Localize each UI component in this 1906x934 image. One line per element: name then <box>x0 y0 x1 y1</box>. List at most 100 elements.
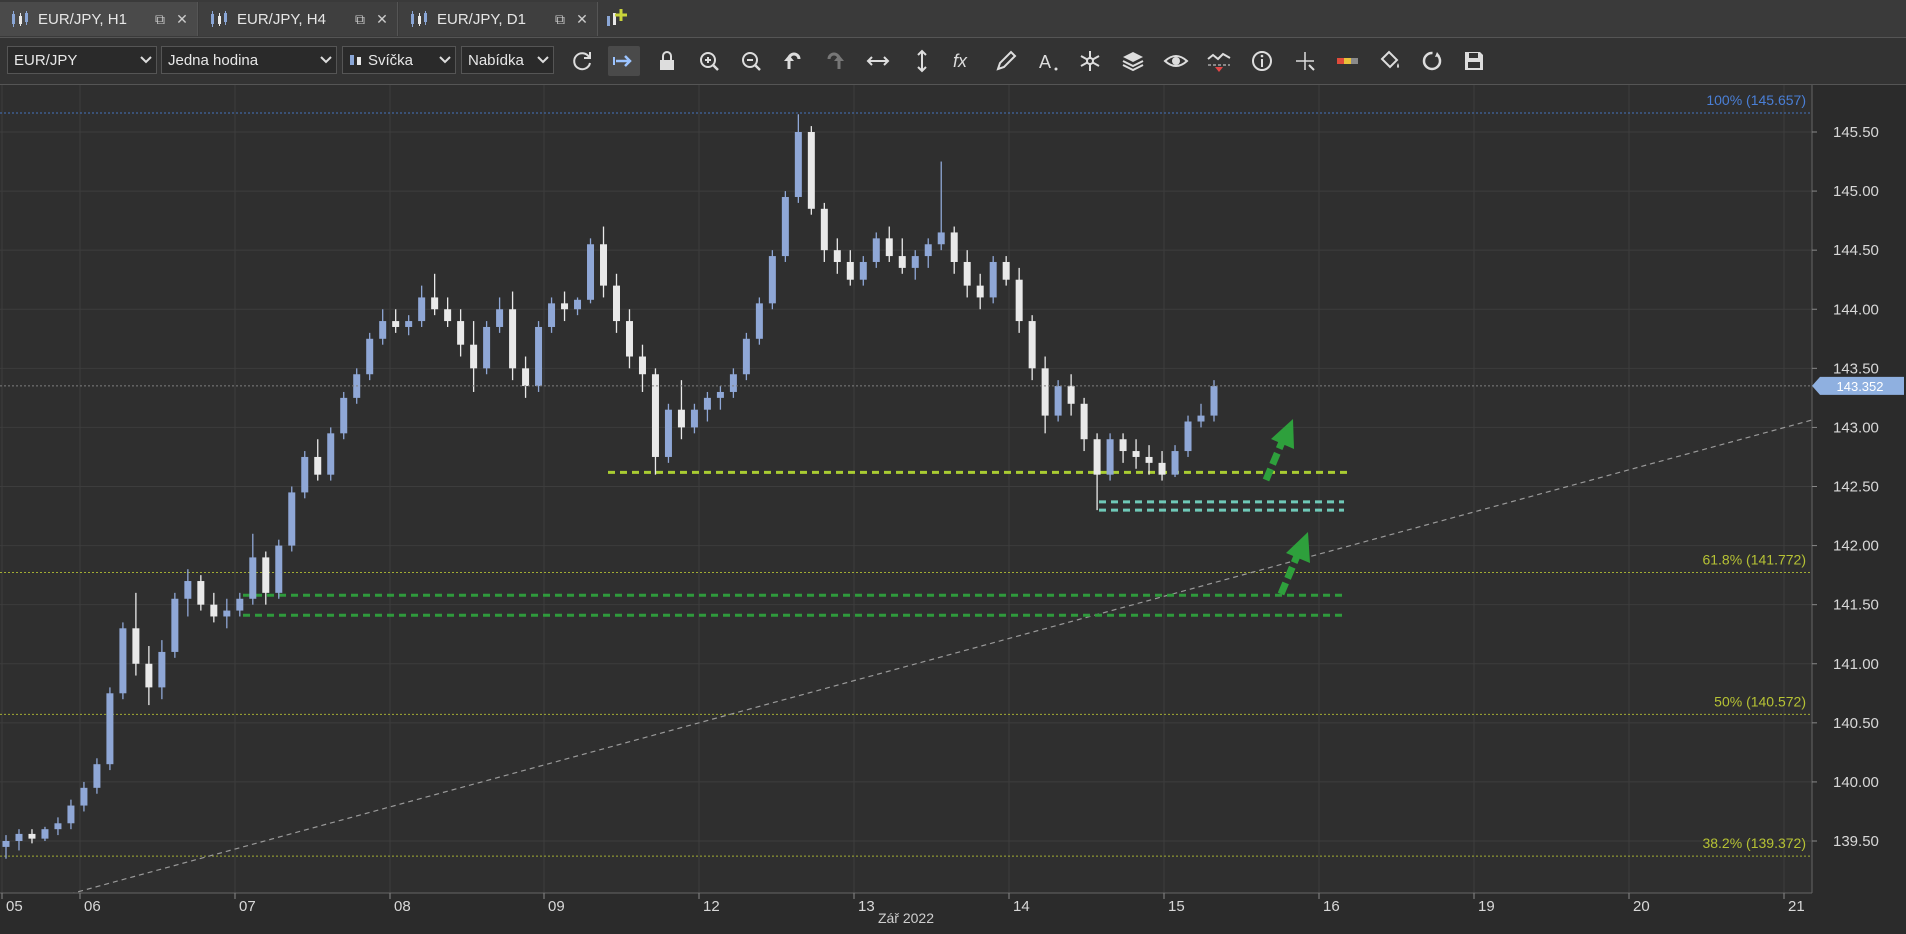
pencil-icon[interactable] <box>990 46 1022 76</box>
time-tick-label: 12 <box>703 898 720 915</box>
candle-body <box>1119 439 1127 452</box>
candle-body <box>431 297 439 310</box>
instrument-value: EUR/JPY <box>14 51 78 69</box>
candle-body <box>379 321 387 339</box>
text-tool-icon[interactable]: A <box>1032 46 1064 76</box>
candle-body <box>872 238 880 262</box>
tab-eurjpy-h4[interactable]: EUR/JPY, H4 ⧉ ✕ <box>199 2 398 36</box>
price-tick-label: 141.50 <box>1833 597 1879 614</box>
redo-icon[interactable] <box>819 46 851 76</box>
candle-body <box>171 598 179 652</box>
tab-bar: EUR/JPY, H1 ⧉ ✕ EUR/JPY, H4 ⧉ ✕ EUR/JPY,… <box>0 0 1906 38</box>
price-tick-label: 143.00 <box>1833 419 1879 436</box>
candle-body <box>1171 451 1179 475</box>
candle-body <box>976 285 984 298</box>
info-icon[interactable] <box>1246 46 1278 76</box>
candle-body <box>340 397 348 434</box>
candle-body <box>41 829 49 839</box>
add-chart-icon[interactable] <box>604 6 630 32</box>
chart-type-select[interactable]: Svíčka <box>342 46 456 74</box>
price-axis[interactable] <box>1812 85 1906 929</box>
candle-body <box>768 256 776 304</box>
reset-icon[interactable] <box>1416 46 1448 76</box>
chart-window: EUR/JPY, H1 ⧉ ✕ EUR/JPY, H4 ⧉ ✕ EUR/JPY,… <box>0 0 1906 929</box>
paint-bucket-icon[interactable] <box>1374 46 1406 76</box>
undo-icon[interactable] <box>777 46 809 76</box>
crosshair-icon[interactable] <box>1289 46 1321 76</box>
candle-body <box>249 557 257 599</box>
price-tick-label: 144.00 <box>1833 301 1879 318</box>
tab-label: EUR/JPY, D1 <box>437 10 526 28</box>
candle-body <box>664 409 672 457</box>
candle-body <box>638 356 646 375</box>
candle-body <box>184 581 192 599</box>
candle-body <box>742 338 750 375</box>
candle-body <box>535 326 543 387</box>
detach-icon[interactable]: ⧉ <box>351 11 369 28</box>
layers-icon[interactable] <box>1117 46 1149 76</box>
tab-eurjpy-d1[interactable]: EUR/JPY, D1 ⧉ ✕ <box>399 2 598 36</box>
time-tick-label: 09 <box>548 898 565 915</box>
fib-level-label: 38.2% (139.372) <box>1702 835 1806 851</box>
close-icon[interactable]: ✕ <box>173 11 191 28</box>
candle-body <box>418 297 426 322</box>
candle-body <box>820 208 828 251</box>
candle-body <box>885 238 893 257</box>
candle-body <box>392 321 400 327</box>
candle-body <box>963 261 971 286</box>
time-tick-label: 19 <box>1478 898 1495 915</box>
candle-body <box>833 250 841 262</box>
candle-body <box>1028 321 1036 369</box>
candle-body <box>275 545 283 593</box>
candle-body <box>1145 456 1153 463</box>
candle-body <box>210 604 218 617</box>
price-chart[interactable]: 100% (145.657) 61.8% (141.772) 50% (140.57… <box>0 85 1906 929</box>
chevron-down-icon <box>435 47 455 73</box>
candle-body <box>548 303 556 327</box>
time-tick-label: 20 <box>1633 898 1650 915</box>
price-side-select[interactable]: Nabídka <box>461 46 554 74</box>
candle-body <box>937 232 945 245</box>
lock-icon[interactable] <box>651 46 683 76</box>
candle-body <box>106 693 114 765</box>
candle-body <box>483 326 491 369</box>
candle-body <box>54 823 62 830</box>
price-tick-label: 140.50 <box>1833 715 1879 732</box>
vertical-scale-icon[interactable] <box>906 46 938 76</box>
autoscroll-icon[interactable] <box>608 46 640 76</box>
candle-body <box>262 557 270 593</box>
tab-label: EUR/JPY, H4 <box>237 10 326 28</box>
candle-body <box>587 244 595 300</box>
candle-body <box>236 598 244 611</box>
star-tool-icon[interactable] <box>1074 46 1106 76</box>
candle-body <box>911 256 919 268</box>
indicators-fx-icon[interactable]: fx <box>948 46 980 76</box>
candle-body <box>1210 386 1218 416</box>
price-tick-label: 141.00 <box>1833 656 1879 673</box>
period-select[interactable]: Jedna hodina <box>161 46 337 74</box>
chart-canvas[interactable]: 100% (145.657) 61.8% (141.772) 50% (140.57… <box>0 85 1906 929</box>
chart-alert-icon[interactable] <box>1203 46 1235 76</box>
eye-icon[interactable] <box>1160 46 1192 76</box>
horizontal-scale-icon[interactable] <box>862 46 894 76</box>
fib-level-label: 61.8% (141.772) <box>1702 552 1806 568</box>
close-icon[interactable]: ✕ <box>373 11 391 28</box>
detach-icon[interactable]: ⧉ <box>551 11 569 28</box>
instrument-select[interactable]: EUR/JPY <box>7 46 157 74</box>
time-tick-label: 14 <box>1013 898 1030 915</box>
candle-body <box>677 409 685 428</box>
zoom-out-icon[interactable] <box>735 46 767 76</box>
close-icon[interactable]: ✕ <box>573 11 591 28</box>
tab-eurjpy-h1[interactable]: EUR/JPY, H1 ⧉ ✕ <box>0 2 198 36</box>
candle-body <box>1184 421 1192 452</box>
refresh-icon[interactable] <box>566 46 598 76</box>
candle-body <box>859 261 867 280</box>
color-theme-icon[interactable] <box>1332 46 1364 76</box>
candle-body <box>67 805 75 824</box>
candle-body <box>327 433 335 475</box>
save-icon[interactable] <box>1458 46 1490 76</box>
plot-area[interactable] <box>0 85 1812 893</box>
candle-body <box>197 581 205 605</box>
detach-icon[interactable]: ⧉ <box>151 11 169 28</box>
zoom-in-icon[interactable] <box>693 46 725 76</box>
